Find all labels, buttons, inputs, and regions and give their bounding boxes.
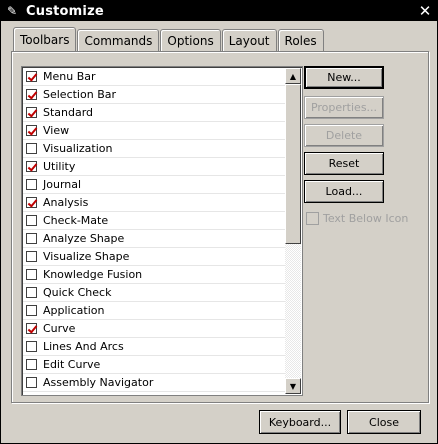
list-item[interactable]: Check-Mate [23, 212, 285, 230]
toolbar-checkbox[interactable] [26, 323, 37, 334]
delete-button[interactable]: Delete [304, 124, 384, 147]
list-item[interactable]: Quick Check [23, 284, 285, 302]
text-below-icon-checkbox[interactable] [306, 212, 319, 225]
tab-bar: Toolbars Commands Options Layout Roles [13, 27, 325, 51]
toolbar-checkbox[interactable] [26, 143, 37, 154]
toolbar-label: Visualization [43, 142, 113, 155]
toolbars-list-items: Menu Bar Selection Bar Standard View Visuali… [23, 68, 285, 394]
list-item[interactable]: Selection Bar [23, 86, 285, 104]
toolbar-label: View [43, 124, 70, 137]
list-item[interactable]: Journal [23, 176, 285, 194]
toolbar-label: Curve [43, 322, 76, 335]
list-item[interactable]: Standard [23, 104, 285, 122]
load-button[interactable]: Load... [304, 180, 384, 203]
toolbars-panel: Menu Bar Selection Bar Standard View Visuali… [11, 51, 429, 403]
title-bar[interactable]: ✎ Customize ✕ [1, 1, 437, 21]
toolbar-label: Standard [43, 106, 94, 119]
toolbar-checkbox[interactable] [26, 251, 37, 262]
toolbar-label: Edit Curve [43, 358, 101, 371]
new-button[interactable]: New... [304, 66, 384, 89]
toolbar-checkbox[interactable] [26, 215, 37, 226]
toolbar-checkbox[interactable] [26, 161, 37, 172]
list-item[interactable]: Menu Bar [23, 68, 285, 86]
toolbar-checkbox[interactable] [26, 359, 37, 370]
tab-roles[interactable]: Roles [277, 29, 324, 51]
scroll-thumb[interactable] [285, 84, 301, 244]
tab-layout[interactable]: Layout [221, 29, 277, 51]
list-scrollbar[interactable]: ▲ ▼ [285, 68, 301, 394]
tab-options[interactable]: Options [160, 29, 221, 51]
close-icon[interactable]: ✕ [416, 2, 434, 20]
toolbar-checkbox[interactable] [26, 179, 37, 190]
toolbar-label: Journal [43, 178, 82, 191]
tab-commands[interactable]: Commands [77, 29, 160, 51]
text-below-icon-option[interactable]: Text Below Icon [306, 212, 408, 225]
toolbar-checkbox[interactable] [26, 305, 37, 316]
toolbar-label: Menu Bar [43, 70, 96, 83]
list-item[interactable]: Analyze Shape [23, 230, 285, 248]
list-item[interactable]: Curve [23, 320, 285, 338]
toolbar-label: Assembly Navigator [43, 376, 154, 389]
list-item[interactable]: Application [23, 302, 285, 320]
toolbar-label: Lines And Arcs [43, 340, 124, 353]
tool-icon: ✎ [6, 4, 18, 18]
tab-toolbars[interactable]: Toolbars [13, 27, 77, 51]
list-item[interactable]: Assembly Navigator [23, 374, 285, 392]
toolbar-checkbox[interactable] [26, 197, 37, 208]
text-below-icon-label: Text Below Icon [323, 212, 409, 225]
toolbar-checkbox[interactable] [26, 71, 37, 82]
list-item[interactable]: Utility [23, 158, 285, 176]
list-item[interactable]: Edit Curve [23, 356, 285, 374]
toolbar-label: Analyze Shape [43, 232, 125, 245]
toolbar-checkbox[interactable] [26, 107, 37, 118]
list-item[interactable]: Visualize Shape [23, 248, 285, 266]
toolbar-label: Utility [43, 160, 76, 173]
toolbar-checkbox[interactable] [26, 341, 37, 352]
toolbar-checkbox[interactable] [26, 377, 37, 388]
toolbar-label: Quick Check [43, 286, 112, 299]
scroll-up-icon[interactable]: ▲ [285, 68, 301, 84]
window-title: Customize [26, 3, 104, 19]
toolbar-checkbox[interactable] [26, 287, 37, 298]
toolbar-checkbox[interactable] [26, 125, 37, 136]
toolbar-label: Application [43, 304, 105, 317]
toolbar-label: Selection Bar [43, 88, 116, 101]
keyboard-button[interactable]: Keyboard... [259, 410, 341, 434]
toolbars-list[interactable]: Menu Bar Selection Bar Standard View Visuali… [21, 66, 303, 396]
list-item[interactable]: Visualization [23, 140, 285, 158]
scroll-down-icon[interactable]: ▼ [285, 378, 301, 394]
toolbar-label: Visualize Shape [43, 250, 130, 263]
toolbar-label: Analysis [43, 196, 89, 209]
toolbar-checkbox[interactable] [26, 89, 37, 100]
reset-button[interactable]: Reset [304, 152, 384, 175]
toolbar-label: Knowledge Fusion [43, 268, 143, 281]
toolbar-checkbox[interactable] [26, 233, 37, 244]
properties-button[interactable]: Properties... [304, 96, 384, 119]
list-item[interactable]: Lines And Arcs [23, 338, 285, 356]
toolbar-checkbox[interactable] [26, 269, 37, 280]
list-item[interactable]: View [23, 122, 285, 140]
close-button[interactable]: Close [347, 410, 421, 434]
list-item[interactable]: Knowledge Fusion [23, 266, 285, 284]
customize-dialog: ✎ Customize ✕ Toolbars Commands Options … [0, 0, 438, 444]
toolbar-label: Check-Mate [43, 214, 109, 227]
list-item[interactable]: Analysis [23, 194, 285, 212]
